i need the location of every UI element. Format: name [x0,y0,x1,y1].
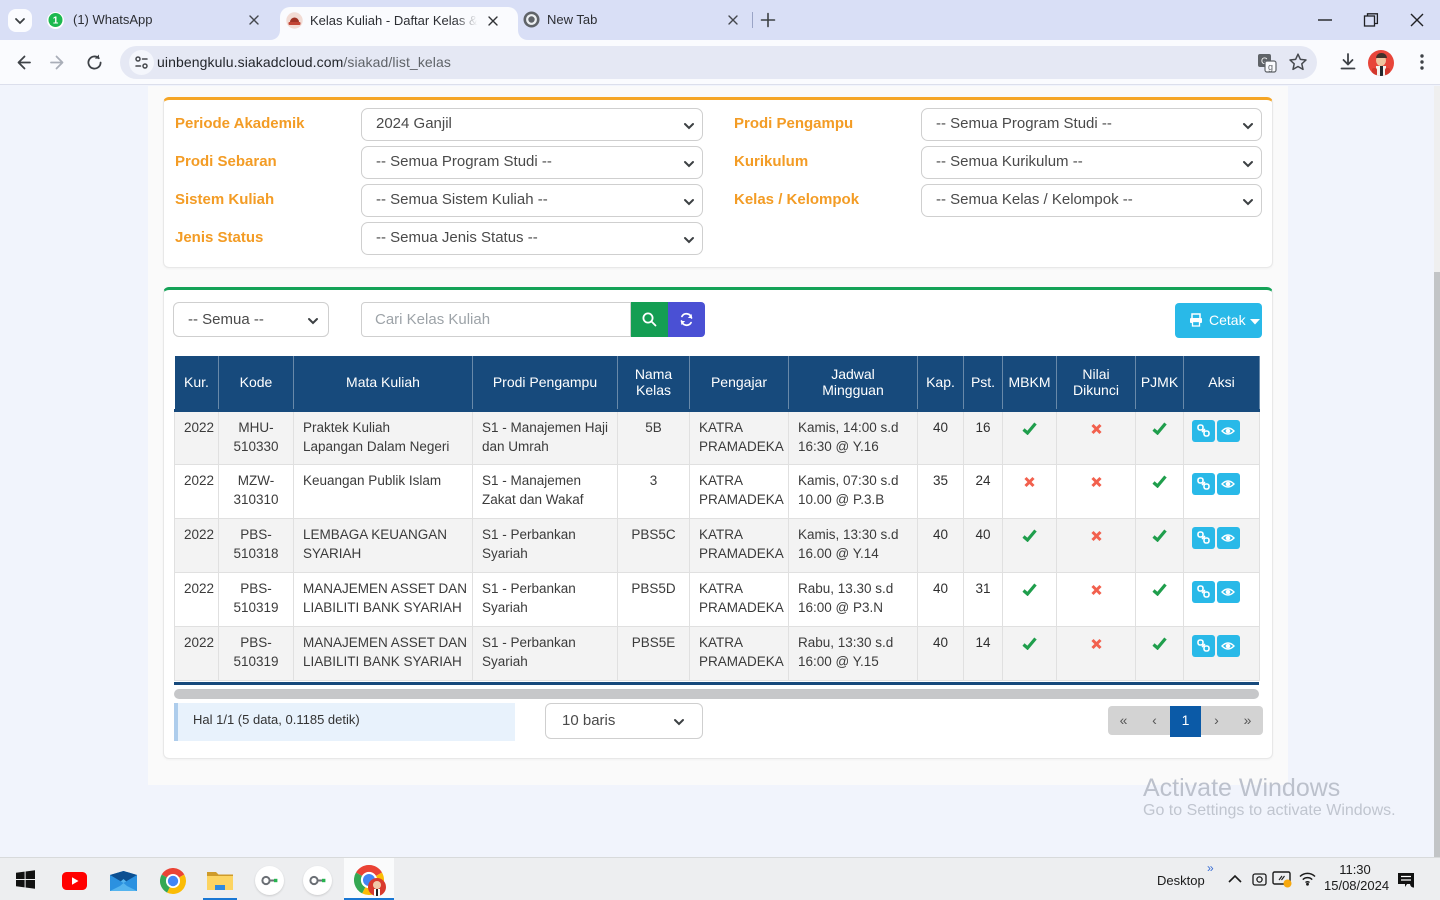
svg-text:g: g [1268,62,1273,72]
svg-text:1: 1 [53,16,59,27]
